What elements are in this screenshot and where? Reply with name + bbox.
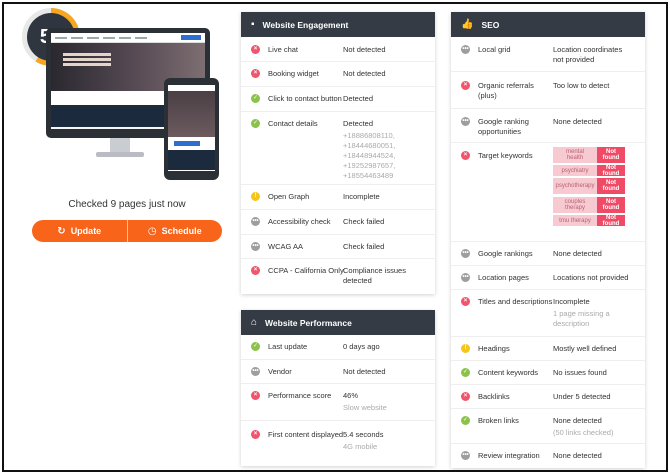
seo-row: ••• Local grid Location coordinates not … [451, 37, 645, 72]
seo-row: ••• Review integration None detected [461, 451, 602, 460]
status-warning-icon: ! [251, 192, 260, 201]
update-label: Update [70, 226, 102, 236]
status-pass-icon: ✓ [251, 94, 260, 103]
status-fail-icon: × [461, 392, 470, 401]
engagement-row: ✓ Contact details Detected +18886808110,… [241, 112, 435, 185]
engagement-row: × Booking widget Not detected [241, 62, 435, 87]
keyword-label: mental health [553, 147, 597, 163]
seo-row: ••• Google rankings None detected [451, 242, 645, 266]
seo-row: × Backlinks Under 5 detected [451, 385, 645, 409]
keyword-status: Not found [597, 215, 625, 227]
mobile-screenshot [168, 85, 215, 171]
status-unknown-icon: ••• [251, 217, 260, 226]
chat-bubble-icon: ▪ [251, 19, 255, 30]
status-fail-icon: × [251, 391, 260, 400]
status-pass-icon: ✓ [461, 416, 470, 425]
status-fail-icon: × [461, 297, 470, 306]
seo-header: 👍 SEO [451, 12, 645, 37]
seo-row: ✓ Content keywords No issues found [451, 361, 645, 385]
seo-row: ••• Location pages Locations not provide… [451, 266, 645, 290]
keyword-label: psychiatry [553, 165, 597, 176]
schedule-button[interactable]: ◷ Schedule [126, 220, 223, 242]
alarm-clock-icon: ◷ [147, 225, 157, 237]
keyword-status: Not found [597, 147, 625, 163]
status-pass-icon: ✓ [251, 342, 260, 351]
monitor-base [96, 152, 144, 157]
status-fail-icon: × [461, 151, 470, 160]
keyword-status: Not found [597, 165, 625, 177]
engagement-title: Website Engagement [262, 19, 349, 30]
performance-row: × First content displayed 5.4 seconds 4G… [241, 421, 435, 461]
keyword-badge: tmu therapy Not found [553, 215, 625, 227]
status-unknown-icon: ••• [461, 273, 470, 282]
seo-row: × Organic referrals (plus) Too low to de… [451, 72, 645, 109]
checked-status: Checked 9 pages just now [68, 199, 186, 210]
performance-row: ✓ Last update 0 days ago [241, 335, 435, 360]
status-unknown-icon: ••• [461, 451, 470, 460]
refresh-icon: ↻ [57, 225, 66, 237]
update-button[interactable]: ↻ Update [32, 220, 127, 242]
keyword-status: Not found [597, 197, 625, 213]
keyword-label: couples therapy [553, 197, 597, 213]
performance-row: ••• Vendor Not detected [241, 360, 435, 384]
mobile-preview [164, 78, 219, 180]
status-fail-icon: × [461, 81, 470, 90]
performance-title: Website Performance [265, 317, 352, 328]
engagement-row: ✓ Click to contact button Detected [241, 87, 435, 112]
website-engagement-panel: ▪ Website Engagement × Live chat Not det… [241, 12, 435, 294]
seo-row: × Titles and descriptions Incomplete 1 p… [451, 290, 645, 337]
website-performance-panel: ⌂ Website Performance ✓ Last update 0 da… [241, 310, 435, 466]
performance-header: ⌂ Website Performance [241, 310, 435, 335]
keyword-badge: mental health Not found [553, 147, 625, 163]
keyword-badge: psychotherapy Not found [553, 178, 625, 194]
status-fail-icon: × [251, 266, 260, 275]
engagement-row: ! Open Graph Incomplete [241, 185, 435, 210]
thumbs-up-icon: 👍 [461, 19, 474, 30]
status-pass-icon: ✓ [251, 119, 260, 128]
status-unknown-icon: ••• [461, 117, 470, 126]
monitor-stand [110, 138, 130, 152]
status-unknown-icon: ••• [251, 242, 260, 251]
performance-row: × Performance score 46% Slow website [241, 384, 435, 421]
keyword-badge: psychiatry Not found [553, 165, 625, 177]
engagement-row: ••• WCAG AA Check failed [241, 235, 435, 259]
engagement-row: ••• Accessibility check Check failed [241, 210, 435, 235]
keyword-badge: couples therapy Not found [553, 197, 625, 213]
keyword-label: tmu therapy [553, 215, 597, 226]
seo-row: ! Headings Mostly well defined [451, 337, 645, 361]
status-unknown-icon: ••• [251, 367, 260, 376]
engagement-row: × CCPA - California Only Compliance issu… [241, 259, 435, 295]
schedule-label: Schedule [161, 226, 202, 236]
seo-row: ✓ Broken links None detected (50 links c… [451, 409, 645, 444]
status-fail-icon: × [251, 430, 260, 439]
seo-title: SEO [481, 19, 500, 30]
action-bar: ↻ Update ◷ Schedule [32, 220, 222, 242]
status-fail-icon: × [251, 45, 260, 54]
status-fail-icon: × [251, 69, 260, 78]
status-unknown-icon: ••• [461, 249, 470, 258]
engagement-row: × Live chat Not detected [241, 37, 435, 62]
keyword-label: psychotherapy [553, 178, 597, 194]
seo-panel: 👍 SEO ••• Local grid Location coordinate… [451, 12, 645, 468]
status-warning-icon: ! [461, 344, 470, 353]
status-pass-icon: ✓ [461, 368, 470, 377]
engagement-header: ▪ Website Engagement [241, 12, 435, 37]
status-unknown-icon: ••• [461, 45, 470, 54]
home-icon: ⌂ [251, 317, 258, 328]
keyword-status: Not found [597, 178, 625, 194]
seo-row: ••• Google ranking opportunities None de… [451, 109, 645, 143]
